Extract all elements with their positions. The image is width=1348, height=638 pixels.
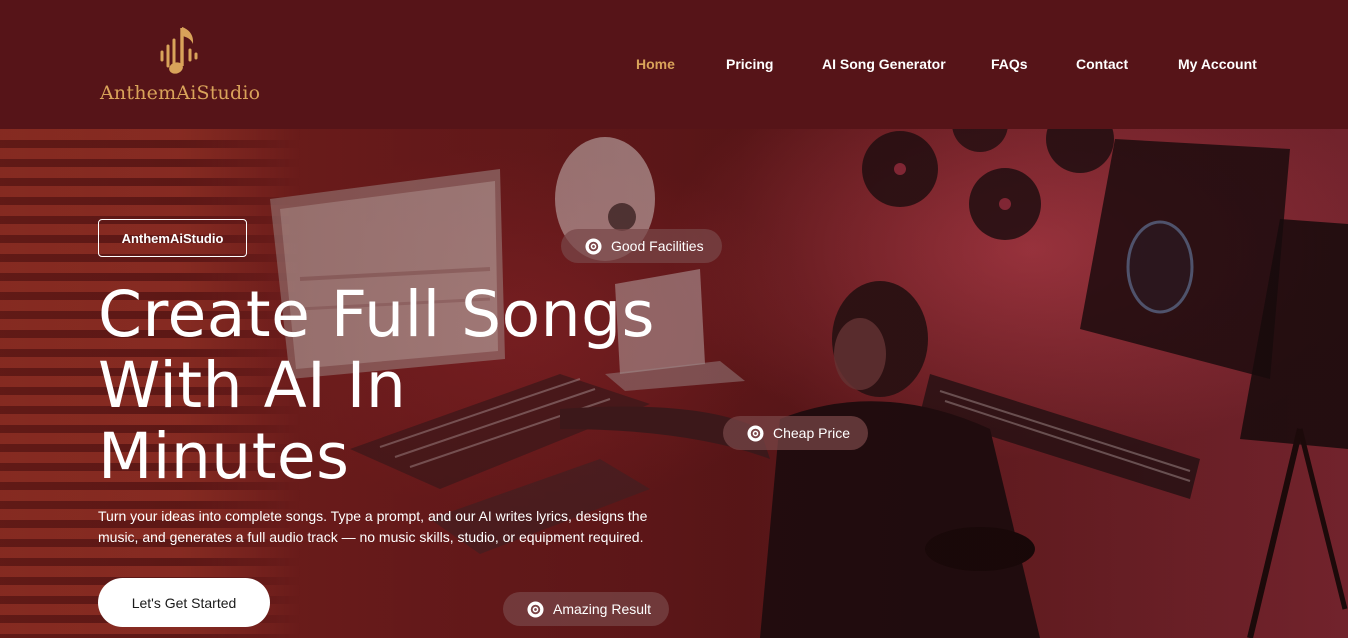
site-header: AnthemAiStudio Home Pricing AI Song Gene… [0, 0, 1348, 129]
brand-name: AnthemAiStudio [100, 82, 261, 104]
hero-section: AnthemAiStudio Create Full Songs With AI… [0, 129, 1348, 638]
badge-cheap-price: Cheap Price [723, 416, 869, 450]
hero-brand-tag: AnthemAiStudio [98, 219, 247, 257]
nav-contact[interactable]: Contact [1076, 54, 1128, 74]
badge-label: Amazing Result [553, 601, 652, 617]
nav-ai-song-generator[interactable]: AI Song Generator [822, 54, 946, 74]
hero-title-line-2: With AI In [98, 349, 407, 422]
badge-good-facilities: Good Facilities [561, 229, 722, 263]
vinyl-disc-icon [585, 237, 602, 255]
badge-amazing-result: Amazing Result [503, 592, 670, 626]
hero-title-line-1: Create Full Songs [98, 278, 655, 351]
get-started-button[interactable]: Let's Get Started [98, 578, 270, 627]
hero-title-line-3: Minutes [98, 420, 350, 493]
badge-label: Cheap Price [773, 425, 851, 441]
badge-label: Good Facilities [611, 238, 704, 254]
vinyl-disc-icon [747, 424, 764, 442]
hero-description: Turn your ideas into complete songs. Typ… [98, 508, 648, 545]
hero-title: Create Full Songs With AI In Minutes [98, 279, 738, 492]
main-nav: Home Pricing AI Song Generator FAQs Cont… [0, 54, 1348, 76]
nav-home[interactable]: Home [636, 54, 675, 74]
nav-my-account[interactable]: My Account [1178, 54, 1257, 74]
nav-pricing[interactable]: Pricing [726, 54, 773, 74]
vinyl-disc-icon [527, 600, 544, 618]
nav-faqs[interactable]: FAQs [991, 54, 1028, 74]
